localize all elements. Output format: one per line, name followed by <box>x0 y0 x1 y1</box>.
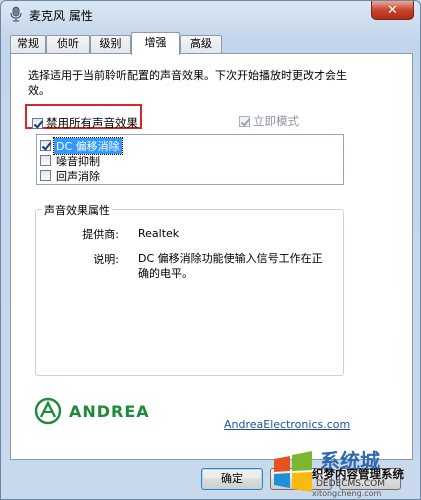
immediate-mode-label: 立即模式 <box>253 114 299 128</box>
effect-checkbox[interactable] <box>40 155 51 166</box>
andrea-brand: ANDREA <box>69 401 150 421</box>
close-icon: ✕ <box>387 2 398 18</box>
effect-properties-group: 声音效果属性 提供商: Realtek 说明: DC 偏移消除功能使输入信号工作… <box>35 202 344 376</box>
windows-logo-icon <box>274 451 312 492</box>
properties-window: 麦克风 属性 ✕ 常规 侦听 级别 增强 高级 选择适用于当前聆听配置的声音效果… <box>0 0 421 500</box>
microphone-icon <box>10 6 22 22</box>
list-item[interactable]: 噪音抑制 <box>40 153 102 168</box>
andrea-emblem-icon <box>34 397 62 425</box>
description-label: 说明: <box>93 253 119 266</box>
title-bar[interactable]: 麦克风 属性 ✕ <box>1 1 420 29</box>
effect-label: 回声消除 <box>56 169 100 183</box>
disable-all-label: 禁用所有声音效果 <box>46 116 138 130</box>
andrea-link[interactable]: AndreaElectronics.com <box>224 418 350 431</box>
provider-value: Realtek <box>138 227 180 240</box>
group-title: 声音效果属性 <box>42 202 112 218</box>
close-button[interactable]: ✕ <box>371 1 414 20</box>
effect-label: 噪音抑制 <box>56 154 100 168</box>
enhancements-description: 选择适用于当前聆听配置的声音效果。下次开始播放时更改才会生效。 <box>28 69 347 97</box>
list-item[interactable]: 回声消除 <box>40 168 102 183</box>
description-value: DC 偏移消除功能使输入信号工作在正确的电平。 <box>138 252 323 280</box>
ok-button[interactable]: 确定 <box>201 468 263 490</box>
tab-levels[interactable]: 级别 <box>90 35 131 53</box>
list-item[interactable]: DC 偏移消除 <box>40 136 123 155</box>
immediate-mode-checkbox[interactable] <box>239 115 250 127</box>
disable-all-effects-option[interactable]: 禁用所有声音效果 <box>32 113 138 133</box>
tab-listen[interactable]: 侦听 <box>46 35 90 53</box>
effect-checkbox[interactable] <box>40 140 51 151</box>
watermark: 系统城 织梦内容管理系统 DEDECMS.COM xitongcheng.com <box>270 439 420 499</box>
effects-list[interactable]: DC 偏移消除 噪音抑制 回声消除 <box>36 134 344 185</box>
watermark-line2: DEDECMS.COM <box>316 479 385 489</box>
window-title: 麦克风 属性 <box>29 9 93 23</box>
watermark-line3: xitongcheng.com <box>312 489 382 498</box>
enhancements-panel: 选择适用于当前聆听配置的声音效果。下次开始播放时更改才会生效。 禁用所有声音效果… <box>10 53 413 460</box>
tab-enhancements[interactable]: 增强 <box>131 32 180 55</box>
tab-general[interactable]: 常规 <box>10 35 46 53</box>
tab-advanced[interactable]: 高级 <box>180 35 222 53</box>
effect-checkbox[interactable] <box>40 170 51 181</box>
andrea-logo: ANDREA <box>33 397 150 425</box>
disable-all-checkbox[interactable] <box>32 117 43 129</box>
provider-label: 提供商: <box>82 228 119 241</box>
immediate-mode-option[interactable]: 立即模式 <box>239 113 299 129</box>
effect-label: DC 偏移消除 <box>53 136 123 155</box>
